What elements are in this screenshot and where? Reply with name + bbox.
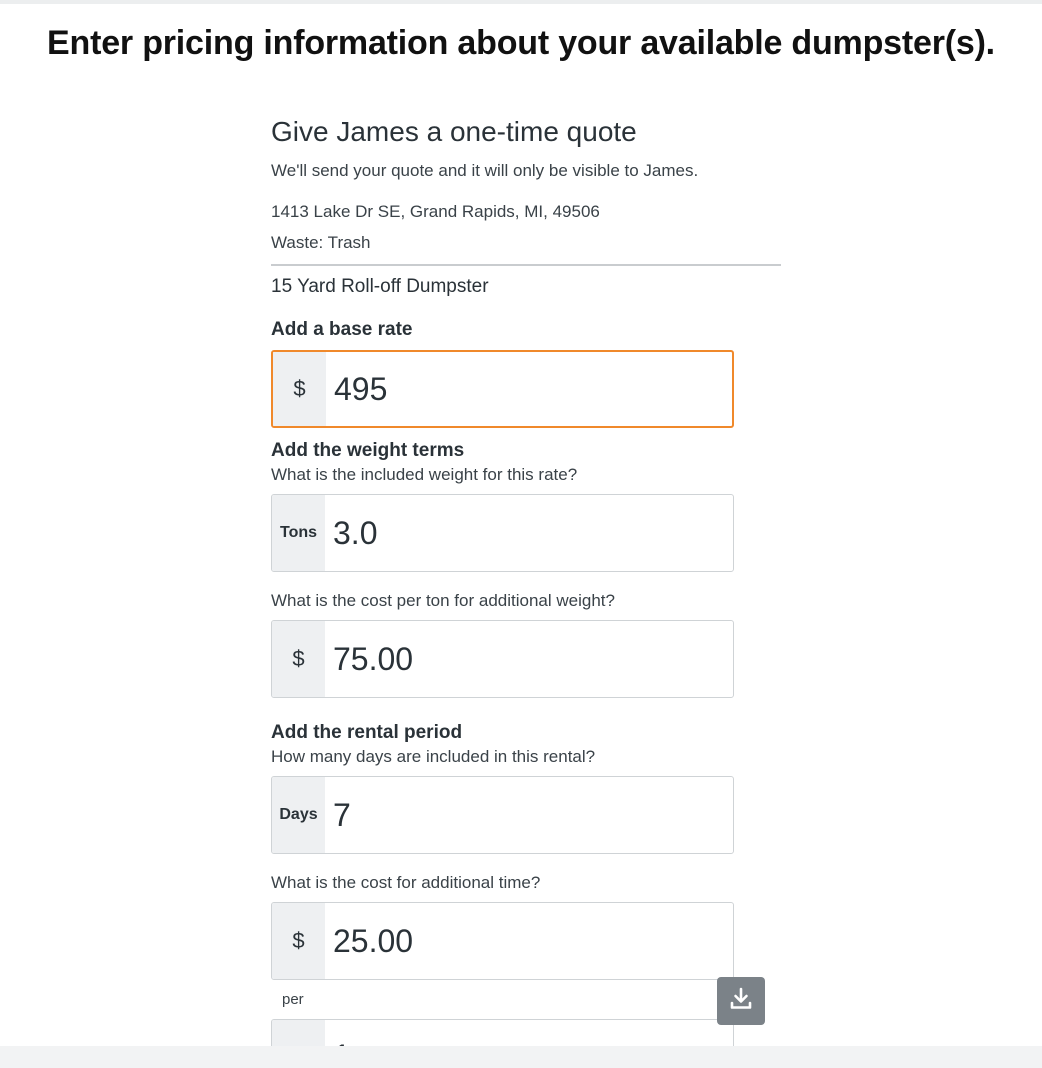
tons-prefix: Tons [272, 495, 325, 571]
included-weight-input[interactable]: Tons 3.0 [271, 494, 734, 572]
extra-time-cost-input[interactable]: $ 25.00 [271, 902, 734, 980]
weight-terms-label: Add the weight terms [271, 440, 465, 461]
quote-title: Give James a one-time quote [271, 116, 637, 147]
extra-weight-question: What is the cost per ton for additional … [271, 591, 615, 610]
download-icon [728, 986, 754, 1017]
extra-time-cost-value[interactable]: 25.00 [325, 903, 733, 979]
rental-days-value[interactable]: 7 [325, 777, 733, 853]
rental-days-question: How many days are included in this renta… [271, 747, 596, 766]
included-weight-value[interactable]: 3.0 [325, 495, 733, 571]
extra-time-question: What is the cost for additional time? [271, 873, 541, 892]
currency-prefix: $ [272, 621, 325, 697]
page-headline: Enter pricing information about your ava… [47, 24, 995, 62]
dumpster-type: 15 Yard Roll-off Dumpster [271, 276, 489, 297]
days-prefix: Days [272, 777, 325, 853]
top-divider [0, 0, 1042, 4]
currency-prefix: $ [273, 352, 326, 426]
base-rate-value[interactable]: 495 [326, 352, 732, 426]
extra-weight-cost-input[interactable]: $ 75.00 [271, 620, 734, 698]
rental-period-label: Add the rental period [271, 722, 463, 743]
download-button[interactable] [717, 977, 765, 1025]
base-rate-label: Add a base rate [271, 319, 413, 340]
base-rate-input[interactable]: $ 495 [271, 350, 734, 428]
bottom-strip [0, 1046, 1042, 1068]
included-weight-question: What is the included weight for this rat… [271, 465, 578, 484]
per-label: per [282, 991, 304, 1008]
waste-type: Waste: Trash [271, 233, 371, 252]
customer-address: 1413 Lake Dr SE, Grand Rapids, MI, 49506 [271, 202, 600, 221]
section-divider [271, 264, 781, 266]
extra-weight-cost-value[interactable]: 75.00 [325, 621, 733, 697]
rental-days-input[interactable]: Days 7 [271, 776, 734, 854]
currency-prefix: $ [272, 903, 325, 979]
pricing-page: Enter pricing information about your ava… [0, 0, 1042, 1068]
quote-subtitle: We'll send your quote and it will only b… [271, 161, 699, 180]
